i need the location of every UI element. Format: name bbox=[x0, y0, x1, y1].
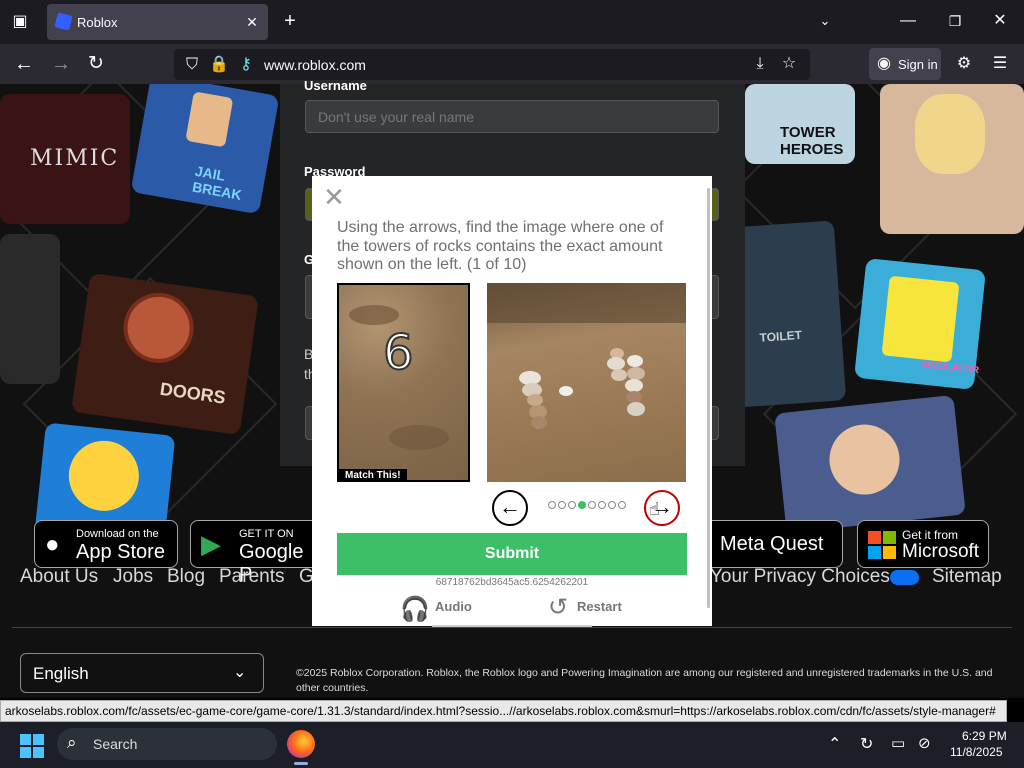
taskbar-search[interactable]: ⌕ Search bbox=[57, 728, 277, 760]
windows-start-icon[interactable] bbox=[20, 734, 44, 758]
apple-icon: ● bbox=[45, 531, 60, 558]
clock-date[interactable]: 11/8/2025 bbox=[950, 745, 1003, 759]
close-icon[interactable]: ✕ bbox=[323, 184, 345, 210]
avatar-game-card bbox=[880, 84, 1024, 234]
username-label: Username bbox=[304, 78, 367, 93]
privacy-toggle-icon bbox=[890, 570, 919, 585]
footer-link-blog[interactable]: Blog bbox=[167, 566, 205, 588]
submit-button[interactable]: Submit bbox=[337, 533, 687, 575]
audio-button[interactable]: 🎧 Audio bbox=[400, 595, 490, 623]
download-icon[interactable]: ⤓ bbox=[750, 54, 770, 74]
app-store-badge[interactable]: ● Download on the App Store bbox=[34, 520, 178, 568]
microsoft-logo-icon bbox=[868, 531, 896, 559]
match-label: Match This! bbox=[339, 469, 407, 480]
doors-game-card: DOORS bbox=[71, 272, 259, 436]
chevron-up-icon[interactable]: ⌃ bbox=[828, 734, 841, 754]
sync-icon[interactable]: ↻ bbox=[860, 734, 873, 754]
cursor-hand-icon: ☝ bbox=[649, 499, 660, 519]
forward-icon[interactable]: → bbox=[51, 54, 71, 74]
session-id: 68718762bd3645ac5.6254262201 bbox=[435, 577, 589, 588]
footer-link-privacy[interactable]: Your Privacy Choices bbox=[710, 566, 890, 588]
clock-time[interactable]: 6:29 PM bbox=[962, 729, 1007, 743]
new-tab-icon[interactable]: + bbox=[280, 11, 300, 31]
key-icon[interactable]: ⚷ bbox=[236, 55, 256, 75]
pagination-dot bbox=[578, 501, 586, 509]
jailbreak-game-card: JAIL BREAK bbox=[130, 84, 280, 215]
windows-taskbar: ⌕ Search ⌃ ↻ ▭ ⊘ 6:29 PM 11/8/2025 bbox=[0, 722, 1024, 768]
url-text[interactable]: www.roblox.com bbox=[264, 57, 366, 73]
previous-arrow-button[interactable]: ← bbox=[492, 490, 528, 526]
headphones-icon: 🎧 bbox=[400, 596, 430, 623]
language-select[interactable]: English ⌄ bbox=[20, 653, 264, 693]
tower-heroes-game-card: TOWER HEROES bbox=[745, 84, 855, 164]
spongebob-game-card: SIMULATOR bbox=[854, 258, 986, 390]
pagination-dot bbox=[608, 501, 616, 509]
challenge-image bbox=[487, 283, 686, 482]
close-tab-icon[interactable]: ✕ bbox=[242, 12, 262, 32]
lock-icon[interactable]: 🔒 bbox=[209, 55, 229, 75]
username-input[interactable]: Don't use your real name bbox=[305, 100, 719, 133]
footer-link-parents[interactable]: Parents bbox=[219, 566, 284, 588]
sign-in-label: Sign in bbox=[898, 57, 938, 72]
captcha-instructions: Using the arrows, find the image where o… bbox=[337, 219, 664, 273]
star-icon[interactable]: ☆ bbox=[779, 54, 799, 74]
footer-link-jobs[interactable]: Jobs bbox=[113, 566, 153, 588]
pagination-dot bbox=[598, 501, 606, 509]
tab-title: Roblox bbox=[77, 15, 118, 30]
volume-muted-icon[interactable]: ⊘ bbox=[918, 734, 931, 752]
google-play-badge[interactable]: ▶ GET IT ON Google P bbox=[190, 520, 320, 586]
roblox-favicon-icon bbox=[54, 12, 73, 31]
character-face-card bbox=[774, 394, 966, 534]
close-window-icon[interactable]: ✕ bbox=[990, 11, 1010, 31]
chevron-down-icon: ⌄ bbox=[233, 664, 247, 681]
pagination-dot bbox=[618, 501, 626, 509]
shield-icon[interactable]: ⛉ bbox=[182, 55, 202, 75]
copyright-text: ©2025 Roblox Corporation. Roblox, the Ro… bbox=[296, 667, 993, 694]
mimic-game-card: MIMIC bbox=[0, 94, 130, 224]
pagination-dot bbox=[558, 501, 566, 509]
footer-link-about[interactable]: About Us bbox=[20, 566, 98, 588]
sign-in-button[interactable]: ◉ Sign in bbox=[869, 48, 941, 80]
account-icon: ◉ bbox=[877, 55, 891, 72]
tab-roblox[interactable]: Roblox ✕ bbox=[47, 4, 268, 40]
maximize-icon[interactable]: ❐ bbox=[945, 11, 965, 31]
microsoft-badge[interactable]: Get it from Microsoft bbox=[857, 520, 989, 568]
reload-icon[interactable]: ↻ bbox=[86, 54, 106, 74]
pagination-dot bbox=[548, 501, 556, 509]
chevron-down-icon[interactable]: ⌄ bbox=[815, 11, 835, 31]
pagination-dot bbox=[588, 501, 596, 509]
tab-list-icon[interactable]: ▣ bbox=[10, 12, 30, 32]
extensions-icon[interactable]: ⚙ bbox=[954, 54, 974, 74]
minimize-icon[interactable]: — bbox=[898, 11, 918, 31]
firefox-taskbar-icon[interactable] bbox=[287, 730, 315, 758]
status-bar-url: arkoselabs.roblox.com/fc/assets/ec-game-… bbox=[0, 700, 1007, 722]
footer-link-sitemap[interactable]: Sitemap bbox=[932, 566, 1002, 588]
restart-button[interactable]: ↺ Restart bbox=[548, 594, 638, 621]
google-play-icon: ▶ bbox=[201, 529, 221, 559]
back-icon[interactable]: ← bbox=[14, 54, 34, 74]
reference-image: 6 Match This! bbox=[337, 283, 470, 482]
search-icon: ⌕ bbox=[67, 733, 77, 752]
restart-icon: ↺ bbox=[548, 594, 569, 621]
pagination-dot bbox=[568, 501, 576, 509]
menu-icon[interactable]: ☰ bbox=[990, 54, 1010, 74]
meta-quest-badge[interactable]: Meta Quest bbox=[700, 520, 843, 568]
footer-divider bbox=[12, 627, 1012, 628]
target-number: 6 bbox=[382, 324, 415, 382]
modal-scrollbar[interactable] bbox=[707, 188, 710, 608]
display-icon[interactable]: ▭ bbox=[891, 734, 905, 752]
